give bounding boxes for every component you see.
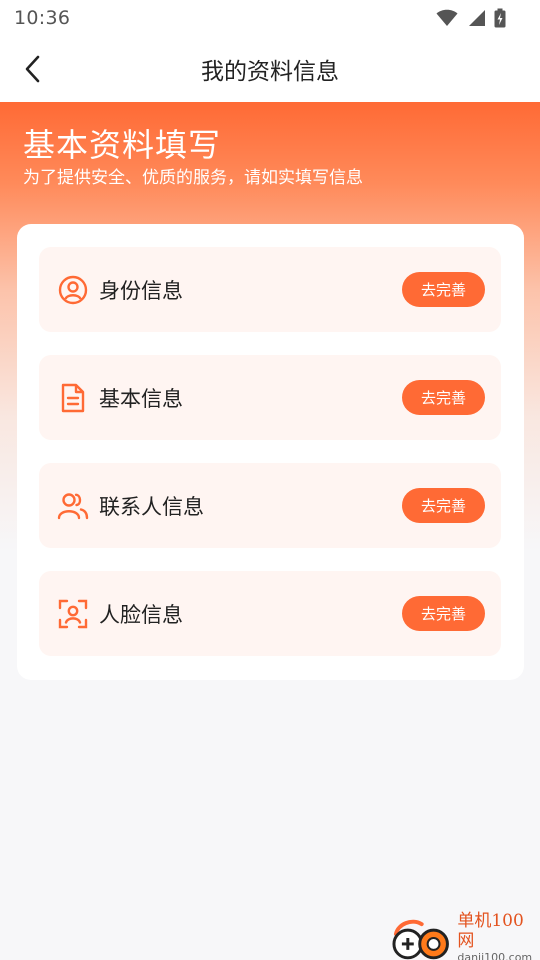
complete-button[interactable]: 去完善 xyxy=(402,488,485,523)
list-item-face[interactable]: 人脸信息 去完善 xyxy=(39,571,501,656)
signal-icon xyxy=(469,10,485,26)
item-label: 基本信息 xyxy=(99,386,183,411)
info-card: 身份信息 去完善 基本信息 去完善 联系人信息 去完善 人脸信息 去完善 xyxy=(17,224,524,680)
battery-icon xyxy=(494,8,506,28)
item-label: 身份信息 xyxy=(99,278,183,303)
watermark-url: danji100.com xyxy=(457,951,533,960)
contacts-icon xyxy=(57,490,89,522)
page-title: 我的资料信息 xyxy=(201,59,339,85)
watermark: 单机100网 danji100.com xyxy=(390,911,540,960)
hero-title: 基本资料填写 xyxy=(23,126,222,164)
user-circle-icon xyxy=(57,274,89,306)
status-time: 10:36 xyxy=(14,7,71,29)
item-label: 人脸信息 xyxy=(99,602,183,627)
watermark-logo-icon xyxy=(392,919,449,960)
status-bar: 10:36 xyxy=(0,0,540,36)
item-label: 联系人信息 xyxy=(99,494,204,519)
list-item-basic[interactable]: 基本信息 去完善 xyxy=(39,355,501,440)
screen: 10:36 我的资料信息 基本资料填写 为了提供安全、优质的服务，请如实填写信息 xyxy=(0,0,540,960)
complete-button[interactable]: 去完善 xyxy=(402,380,485,415)
chevron-left-icon xyxy=(25,55,40,83)
watermark-text: 单机100网 danji100.com xyxy=(457,911,540,960)
hero-subtitle: 为了提供安全、优质的服务，请如实填写信息 xyxy=(23,168,363,188)
back-button[interactable] xyxy=(16,52,50,86)
watermark-name: 单机100网 xyxy=(457,911,524,951)
complete-button[interactable]: 去完善 xyxy=(402,596,485,631)
list-item-identity[interactable]: 身份信息 去完善 xyxy=(39,247,501,332)
wifi-icon xyxy=(436,9,458,26)
nav-bar: 我的资料信息 xyxy=(0,36,540,102)
document-icon xyxy=(57,382,89,414)
complete-button[interactable]: 去完善 xyxy=(402,272,485,307)
status-icons xyxy=(436,8,506,28)
list-item-contacts[interactable]: 联系人信息 去完善 xyxy=(39,463,501,548)
face-scan-icon xyxy=(57,598,89,630)
